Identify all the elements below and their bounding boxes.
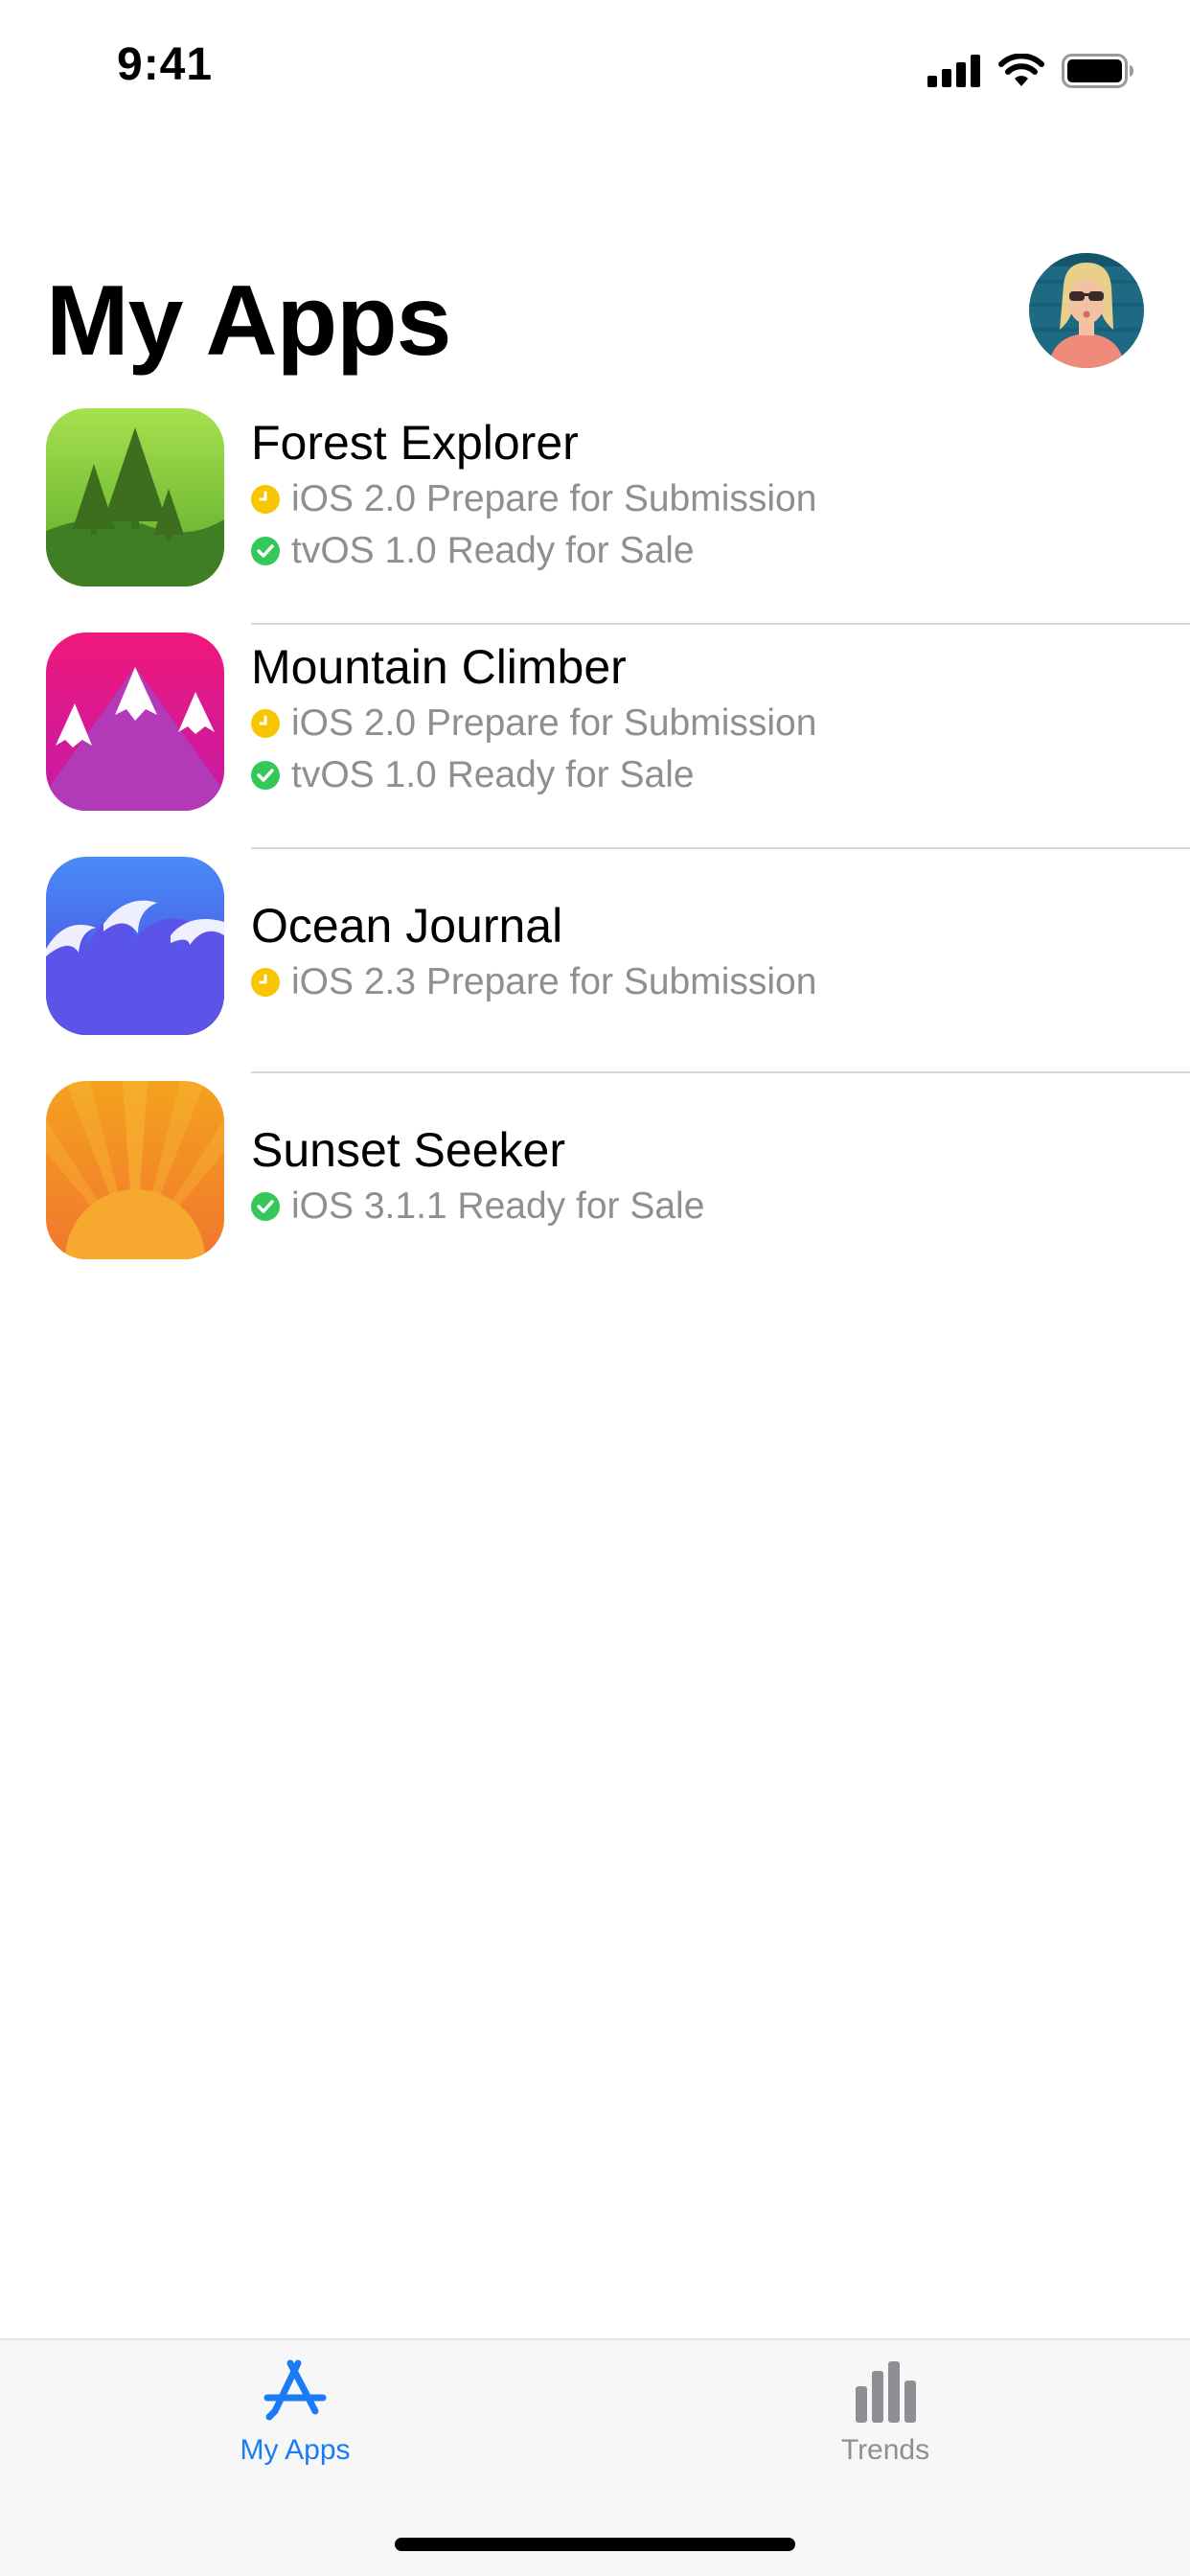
app-store-icon xyxy=(263,2359,327,2421)
checkmark-icon xyxy=(251,537,280,565)
screen: 9:41 My Apps Forest Explorer iOS 2.0 Pre… xyxy=(0,0,1190,2576)
app-info: Ocean Journal iOS 2.3 Prepare for Submis… xyxy=(251,895,1190,1008)
app-name: Mountain Climber xyxy=(251,640,627,694)
status-line: tvOS 1.0 Ready for Sale xyxy=(251,749,1190,801)
app-info: Sunset Seeker iOS 3.1.1 Ready for Sale xyxy=(251,1119,1190,1232)
app-list: Forest Explorer iOS 2.0 Prepare for Subm… xyxy=(0,401,1190,1298)
forest-icon xyxy=(46,408,224,586)
tab-trends[interactable]: Trends xyxy=(742,2358,1029,2467)
avatar[interactable] xyxy=(1029,253,1144,368)
status-text: tvOS 1.0 Ready for Sale xyxy=(291,754,695,795)
status-line: iOS 2.0 Prepare for Submission xyxy=(251,473,1190,525)
tab-label: Trends xyxy=(840,2434,930,2466)
status-line: iOS 3.1.1 Ready for Sale xyxy=(251,1181,1190,1232)
mountain-icon xyxy=(46,632,224,811)
app-info: Forest Explorer iOS 2.0 Prepare for Subm… xyxy=(251,412,1190,577)
tab-my-apps[interactable]: My Apps xyxy=(151,2358,439,2467)
ocean-icon xyxy=(46,857,224,1035)
list-item-ocean-journal[interactable]: Ocean Journal iOS 2.3 Prepare for Submis… xyxy=(0,849,1190,1073)
checkmark-icon xyxy=(251,1192,280,1221)
app-info: Mountain Climber iOS 2.0 Prepare for Sub… xyxy=(251,636,1190,801)
sunset-icon xyxy=(46,1081,224,1259)
clock-icon xyxy=(251,968,280,997)
battery-icon xyxy=(1062,54,1133,88)
avatar-photo xyxy=(1029,253,1144,368)
list-item-sunset-seeker[interactable]: Sunset Seeker iOS 3.1.1 Ready for Sale xyxy=(0,1073,1190,1298)
clock-icon xyxy=(251,709,280,738)
clock-icon xyxy=(251,485,280,514)
list-item-mountain-climber[interactable]: Mountain Climber iOS 2.0 Prepare for Sub… xyxy=(0,625,1190,849)
status-text: iOS 3.1.1 Ready for Sale xyxy=(291,1185,705,1227)
wifi-icon xyxy=(998,54,1044,86)
status-text: iOS 2.0 Prepare for Submission xyxy=(291,702,817,744)
status-text: tvOS 1.0 Ready for Sale xyxy=(291,530,695,571)
home-indicator[interactable] xyxy=(395,2538,795,2551)
list-item-forest-explorer[interactable]: Forest Explorer iOS 2.0 Prepare for Subm… xyxy=(0,401,1190,625)
checkmark-icon xyxy=(251,761,280,790)
app-name: Sunset Seeker xyxy=(251,1123,565,1177)
app-name: Forest Explorer xyxy=(251,416,579,470)
status-line: iOS 2.0 Prepare for Submission xyxy=(251,698,1190,749)
page-title: My Apps xyxy=(46,265,452,377)
app-name: Ocean Journal xyxy=(251,899,563,953)
status-line: iOS 2.3 Prepare for Submission xyxy=(251,956,1190,1008)
status-time: 9:41 xyxy=(117,39,214,90)
status-bar: 9:41 xyxy=(0,0,1190,134)
status-icons xyxy=(927,50,1134,92)
bar-chart-icon xyxy=(856,2361,916,2423)
cellular-signal-icon xyxy=(927,55,980,87)
status-text: iOS 2.3 Prepare for Submission xyxy=(291,961,817,1002)
status-line: tvOS 1.0 Ready for Sale xyxy=(251,525,1190,577)
status-text: iOS 2.0 Prepare for Submission xyxy=(291,478,817,519)
tab-label: My Apps xyxy=(240,2434,351,2466)
